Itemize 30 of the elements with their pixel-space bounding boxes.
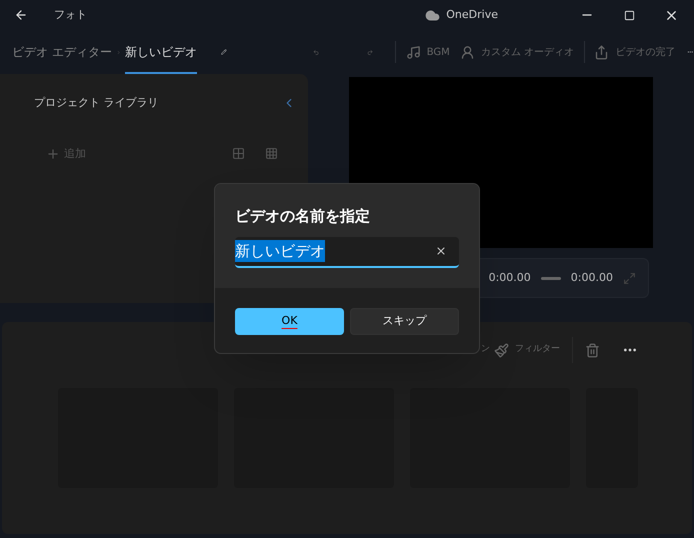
maximize-icon[interactable] [624, 10, 635, 20]
person-icon [460, 44, 475, 60]
plus-icon [46, 146, 60, 161]
skip-button[interactable]: スキップ [350, 308, 459, 335]
back-icon[interactable] [14, 8, 28, 22]
storyboard-tool[interactable]: ン [481, 343, 490, 357]
account-label: OneDrive [446, 6, 498, 23]
storyboard-tool[interactable]: フィルター [494, 342, 560, 358]
dialog-title: ビデオの名前を指定 [235, 206, 371, 227]
grid-icon[interactable] [265, 147, 278, 160]
total-time: 0:00.00 [570, 270, 613, 286]
clear-icon[interactable] [435, 245, 447, 257]
expand-icon[interactable] [623, 272, 636, 284]
music-icon [406, 44, 421, 60]
toolbar-button[interactable]: ビデオの完了 [594, 44, 676, 60]
ok-button[interactable]: OK [235, 308, 344, 335]
toolbar-button[interactable]: カスタム オーディオ [460, 44, 574, 60]
seek-bar[interactable] [540, 276, 561, 280]
breadcrumb-item[interactable]: ビデオ エディター [12, 30, 112, 74]
delete-icon[interactable] [585, 342, 600, 358]
name-field[interactable]: 新しいビデオ [235, 236, 459, 268]
share-icon [594, 44, 610, 60]
app-title: フォト [54, 6, 87, 23]
selected-text: 新しいビデオ [235, 240, 325, 262]
library-title: プロジェクト ライブラリ [34, 95, 158, 111]
current-time: 0:00.00 [488, 270, 531, 286]
cloud-icon [425, 8, 440, 22]
brush-icon [494, 342, 509, 358]
grid-icon[interactable] [232, 147, 245, 160]
toolbar-button[interactable]: BGM [406, 44, 450, 60]
